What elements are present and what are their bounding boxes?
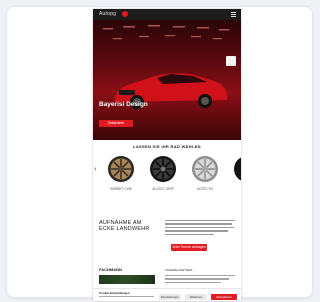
wheel-label: BORBET CW5 — [110, 187, 132, 191]
wheel-image-black[interactable] — [149, 155, 177, 183]
promo-title: AUFNAHME AM ECKE LANDWEHR — [99, 220, 150, 232]
cookie-settings-button[interactable]: Einstellungen — [159, 294, 181, 300]
promo-cta-button[interactable]: Jetzt Termin anfragen — [171, 244, 207, 251]
wheel-label: AUTEC RX — [196, 187, 214, 191]
hero-cta-button[interactable]: Entdecken — [99, 120, 133, 127]
partners-title: UNSERE PARTNER — [165, 268, 193, 272]
wheel-image-silver[interactable] — [191, 155, 219, 183]
promo-description — [165, 220, 235, 237]
hero-banner: Bayerisi Design Entdecken — [93, 20, 241, 140]
wheel-label: ALUTEC GRIP — [152, 187, 174, 191]
cookie-text — [99, 296, 154, 298]
cookie-title: Cookie-Einstellungen — [99, 291, 130, 295]
cookie-reject-button[interactable]: Ablehnen — [185, 294, 207, 300]
wheel-image-partial[interactable] — [233, 155, 241, 183]
carousel-prev-icon[interactable]: ‹ — [94, 166, 96, 173]
brand-logo-icon — [122, 11, 128, 17]
cookie-banner: Cookie-Einstellungen Einstellungen Ableh… — [93, 288, 241, 301]
promo-section: AUFNAHME AM ECKE LANDWEHR Jetzt Termin a… — [93, 214, 241, 266]
cookie-accept-button[interactable]: Akzeptieren — [211, 294, 237, 300]
partners-text — [165, 275, 235, 285]
badge-icon — [226, 56, 236, 66]
hamburger-menu-icon[interactable] — [231, 12, 236, 17]
bottom-section-title: FACHMANN — [99, 267, 122, 272]
ceiling-lights-graphic — [103, 25, 229, 40]
wheel-image-bronze[interactable] — [107, 155, 135, 183]
site-header: Autopg — [93, 9, 241, 20]
hero-title: Bayerisi Design — [99, 101, 148, 108]
brand-logo[interactable]: Autopg — [99, 11, 116, 17]
wheels-section-title: LASSEN SIE IHR RAD WÄHLEN — [133, 144, 201, 149]
bottom-image — [99, 275, 155, 284]
wheels-carousel: ‹ BORBET CW5 ALUTEC GRIP AUTEC RX — [93, 155, 241, 205]
mobile-page-preview[interactable]: Autopg Bayerisi Design Entdecken LASSEN … — [93, 9, 241, 301]
